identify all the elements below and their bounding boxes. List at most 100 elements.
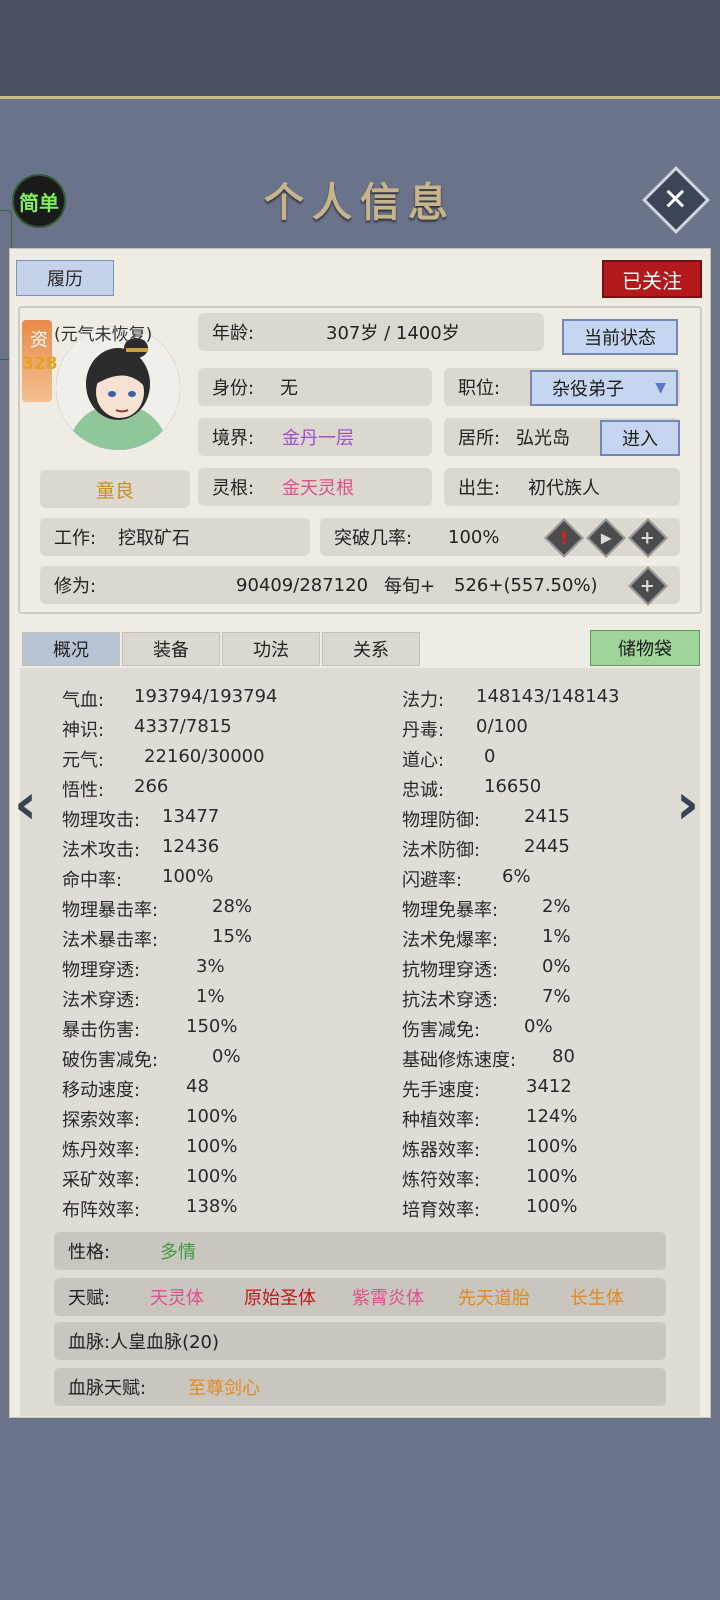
tab-equipment[interactable]: 装备	[122, 632, 220, 666]
stat-label: 物理攻击:	[62, 810, 141, 831]
stat-value: 12436	[162, 836, 220, 857]
stat-value: 100%	[162, 866, 214, 887]
resume-tab[interactable]: 履历	[16, 260, 114, 296]
left-stat-row: 元气: 22160/30000	[62, 746, 265, 772]
stat-value: 100%	[186, 1166, 238, 1187]
stat-value: 2415	[524, 806, 570, 827]
stat-label: 基础修炼速度:	[402, 1050, 517, 1071]
breakthrough-row: 突破几率: 100%	[320, 518, 680, 556]
left-stat-row: 气血: 193794/193794	[62, 686, 278, 712]
personality-value: 多情	[160, 1242, 196, 1263]
stat-label: 法术防御:	[402, 840, 481, 861]
stat-value: 48	[186, 1076, 209, 1097]
talent-label: 天赋:	[68, 1288, 111, 1309]
stat-label: 忠诚:	[402, 780, 445, 801]
birth-label: 出生:	[458, 478, 501, 499]
stat-value: 0	[484, 746, 496, 767]
talent-item[interactable]: 紫霄炎体	[352, 1284, 424, 1310]
left-stat-row: 法术暴击率: 15%	[62, 926, 252, 952]
stat-label: 种植效率:	[402, 1110, 481, 1131]
residence-value: 弘光岛	[516, 428, 570, 449]
stat-value: 80	[552, 1046, 575, 1067]
prev-character-button[interactable]: ‹	[14, 772, 37, 837]
talent-item[interactable]: 长生体	[570, 1284, 624, 1310]
stat-label: 法术穿透:	[62, 990, 141, 1011]
stat-label: 炼器效率:	[402, 1140, 481, 1161]
personality-row: 性格: 多情	[54, 1232, 666, 1270]
left-stat-row: 移动速度: 48	[62, 1076, 209, 1102]
tab-skills[interactable]: 功法	[222, 632, 320, 666]
bloodline-talent-value[interactable]: 至尊剑心	[188, 1374, 260, 1400]
stat-label: 物理穿透:	[62, 960, 141, 981]
tab-relations[interactable]: 关系	[322, 632, 420, 666]
follow-button[interactable]: 已关注	[602, 260, 702, 298]
stat-label: 元气:	[62, 750, 105, 771]
birth-row: 出生: 初代族人	[444, 468, 680, 506]
stat-label: 神识:	[62, 720, 105, 741]
stat-label: 法术免爆率:	[402, 930, 499, 951]
root-value: 金天灵根	[282, 478, 354, 499]
stat-label: 抗物理穿透:	[402, 960, 499, 981]
identity-row: 身份: 无	[198, 368, 432, 406]
right-stat-row: 基础修炼速度: 80	[402, 1046, 575, 1072]
cultivation-row: 修为: 90409/287120 每旬+ 526+(557.50%)	[40, 566, 680, 604]
stat-value: 2%	[542, 896, 571, 917]
page-title: 个人信息	[264, 179, 456, 226]
stat-label: 物理暴击率:	[62, 900, 159, 921]
root-label: 灵根:	[212, 478, 255, 499]
stat-label: 物理防御:	[402, 810, 481, 831]
stat-value: 3%	[196, 956, 225, 977]
stat-value: 1%	[542, 926, 571, 947]
work-label: 工作:	[54, 528, 97, 549]
left-stat-row: 探索效率: 100%	[62, 1106, 237, 1132]
plus-icon: +	[640, 575, 656, 597]
stat-value: 15%	[212, 926, 253, 947]
stat-label: 先手速度:	[402, 1080, 481, 1101]
right-stat-row: 忠诚: 16650	[402, 776, 541, 802]
right-stat-row: 先手速度: 3412	[402, 1076, 572, 1102]
position-label: 职位:	[458, 378, 501, 399]
next-character-button[interactable]: ›	[676, 772, 699, 837]
work-value: 挖取矿石	[118, 528, 190, 549]
root-row: 灵根: 金天灵根	[198, 468, 432, 506]
left-stat-row: 悟性: 266	[62, 776, 168, 802]
identity-label: 身份:	[212, 378, 255, 399]
per-turn-value: 526+(557.50%)	[454, 574, 598, 596]
right-stat-row: 闪避率: 6%	[402, 866, 531, 892]
stat-value: 6%	[502, 866, 531, 887]
right-stat-row: 种植效率: 124%	[402, 1106, 577, 1132]
stat-value: 7%	[542, 986, 571, 1007]
left-stat-row: 采矿效率: 100%	[62, 1166, 237, 1192]
stat-value: 16650	[484, 776, 542, 797]
talent-item[interactable]: 天灵体	[150, 1284, 204, 1310]
current-state-button[interactable]: 当前状态	[562, 319, 678, 355]
enter-residence-button[interactable]: 进入	[600, 420, 680, 456]
stat-label: 法术暴击率:	[62, 930, 159, 951]
character-name: 童良	[40, 470, 190, 508]
realm-row: 境界: 金丹一层	[198, 418, 432, 456]
talent-item[interactable]: 先天道胎	[458, 1284, 530, 1310]
stat-label: 暴击伤害:	[62, 1020, 141, 1041]
work-row: 工作: 挖取矿石	[40, 518, 310, 556]
storage-bag-button[interactable]: 储物袋	[590, 630, 700, 666]
stat-value: 193794/193794	[134, 686, 278, 707]
position-dropdown[interactable]: 杂役弟子 ▼	[530, 370, 678, 406]
talent-item[interactable]: 原始圣体	[244, 1284, 316, 1310]
bloodline-value: 人皇血脉(20)	[110, 1332, 220, 1353]
stat-value: 100%	[526, 1196, 578, 1217]
stat-value: 0%	[212, 1046, 241, 1067]
stat-value: 4337/7815	[134, 716, 232, 737]
play-icon: ▶	[600, 530, 612, 546]
stat-value: 266	[134, 776, 169, 797]
breakthrough-value: 100%	[448, 526, 500, 548]
bloodline-talent-row: 血脉天赋: 至尊剑心	[54, 1368, 666, 1406]
left-stat-row: 物理穿透: 3%	[62, 956, 225, 982]
stat-label: 法力:	[402, 690, 445, 711]
birth-value: 初代族人	[528, 478, 600, 499]
stat-value: 100%	[186, 1136, 238, 1157]
right-stat-row: 道心: 0	[402, 746, 495, 772]
tab-overview[interactable]: 概况	[22, 632, 120, 666]
right-stat-row: 炼器效率: 100%	[402, 1136, 577, 1162]
stat-label: 伤害减免:	[402, 1020, 481, 1041]
realm-label: 境界:	[212, 428, 255, 449]
